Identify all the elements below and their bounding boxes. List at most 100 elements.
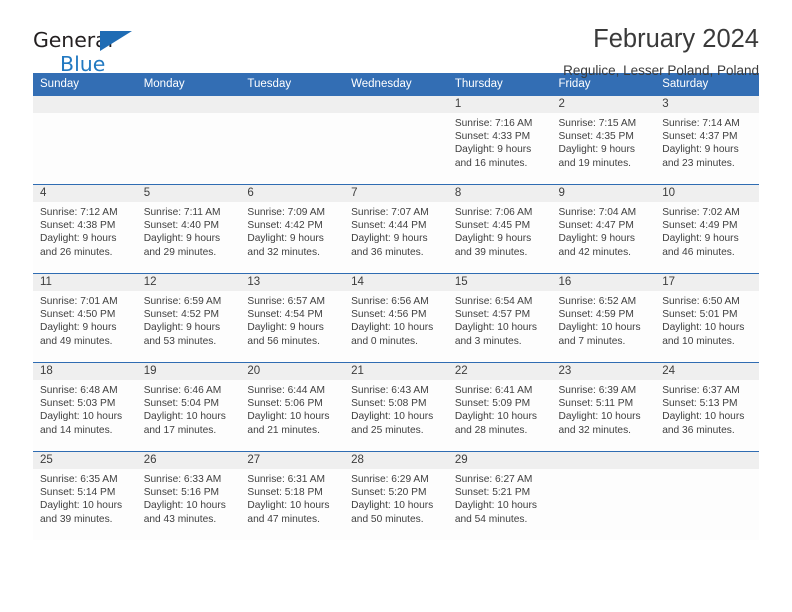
weekday-header-wednesday: Wednesday <box>344 73 448 96</box>
daylight-text-line1: Daylight: 9 hours <box>662 144 739 156</box>
calendar-day-cell[interactable]: 3 Sunrise: 7:14 AM Sunset: 4:37 PM Daylight… <box>655 96 759 185</box>
sunset-text: Sunset: 5:11 PM <box>558 398 634 410</box>
daylight-text-line2: and 29 minutes. <box>143 246 217 258</box>
daylight-text-line2: and 0 minutes. <box>351 335 418 347</box>
sunrise-text: Sunrise: 6:46 AM <box>143 385 222 396</box>
calendar-day-cell[interactable]: 8 Sunrise: 7:06 AM Sunset: 4:45 PM Daylight… <box>447 184 552 274</box>
day-number: 1 <box>447 96 552 113</box>
daylight-text-line1: Daylight: 10 hours <box>247 411 330 423</box>
day-details: Sunrise: 7:04 AM Sunset: 4:47 PM Daylight:… <box>552 202 656 259</box>
daylight-text-line1: Daylight: 9 hours <box>454 233 532 245</box>
calendar-week-row: 18 Sunrise: 6:48 AM Sunset: 5:03 PM Dayligh… <box>33 362 759 452</box>
day-details: Sunrise: 6:46 AM Sunset: 5:04 PM Daylight:… <box>137 380 241 437</box>
daylight-text-line1: Daylight: 10 hours <box>662 322 745 334</box>
calendar-day-cell[interactable]: 27 Sunrise: 6:31 AM Sunset: 5:18 PM Dayligh… <box>240 451 345 540</box>
calendar-day-cell[interactable]: 6 Sunrise: 7:09 AM Sunset: 4:42 PM Daylight… <box>240 184 345 274</box>
day-number: 20 <box>240 363 345 380</box>
daylight-text-line1: Daylight: 9 hours <box>40 233 117 245</box>
triangle-icon <box>100 31 132 51</box>
calendar-day-cell[interactable]: 12 Sunrise: 6:59 AM Sunset: 4:52 PM Dayligh… <box>136 273 241 363</box>
day-number: 16 <box>551 274 656 291</box>
daylight-text-line2: and 28 minutes. <box>454 424 528 436</box>
daylight-text-line2: and 32 minutes. <box>558 424 632 436</box>
calendar-day-cell[interactable]: 16 Sunrise: 6:52 AM Sunset: 4:59 PM Dayligh… <box>551 273 656 363</box>
calendar-day-cell-empty <box>33 96 137 185</box>
day-number: 11 <box>33 274 137 291</box>
sunrise-text: Sunrise: 7:04 AM <box>558 207 637 218</box>
calendar-day-cell[interactable]: 18 Sunrise: 6:48 AM Sunset: 5:03 PM Dayligh… <box>33 362 137 452</box>
brand-logo[interactable]: General Blue <box>33 30 213 78</box>
day-details: Sunrise: 6:43 AM Sunset: 5:08 PM Daylight:… <box>344 380 448 437</box>
sunset-text: Sunset: 5:13 PM <box>662 398 738 410</box>
calendar-day-cell[interactable]: 13 Sunrise: 6:57 AM Sunset: 4:54 PM Dayligh… <box>240 273 345 363</box>
sunset-text: Sunset: 5:14 PM <box>40 487 116 499</box>
calendar-day-cell[interactable]: 7 Sunrise: 7:07 AM Sunset: 4:44 PM Daylight… <box>344 184 448 274</box>
day-number: 29 <box>447 452 552 469</box>
calendar-day-cell[interactable]: 28 Sunrise: 6:29 AM Sunset: 5:20 PM Dayligh… <box>344 451 448 540</box>
calendar-day-cell[interactable]: 23 Sunrise: 6:39 AM Sunset: 5:11 PM Dayligh… <box>551 362 656 452</box>
sunset-text: Sunset: 5:20 PM <box>351 487 427 499</box>
calendar-day-cell[interactable]: 26 Sunrise: 6:33 AM Sunset: 5:16 PM Dayligh… <box>136 451 241 540</box>
calendar-day-cell[interactable]: 24 Sunrise: 6:37 AM Sunset: 5:13 PM Dayligh… <box>655 362 759 452</box>
daylight-text-line1: Daylight: 10 hours <box>143 500 226 512</box>
calendar-day-cell[interactable]: 2 Sunrise: 7:15 AM Sunset: 4:35 PM Daylight… <box>551 96 656 185</box>
sunset-text: Sunset: 4:47 PM <box>558 220 634 232</box>
day-number: 17 <box>655 274 759 291</box>
day-details: Sunrise: 6:44 AM Sunset: 5:06 PM Daylight:… <box>240 380 344 437</box>
calendar-day-cell[interactable]: 25 Sunrise: 6:35 AM Sunset: 5:14 PM Dayligh… <box>33 451 137 540</box>
day-number <box>655 452 759 469</box>
calendar-day-cell[interactable]: 21 Sunrise: 6:43 AM Sunset: 5:08 PM Dayligh… <box>344 362 448 452</box>
daylight-text-line1: Daylight: 10 hours <box>351 500 434 512</box>
daylight-text-line2: and 56 minutes. <box>247 335 320 347</box>
sunset-text: Sunset: 5:01 PM <box>662 309 738 321</box>
day-details: Sunrise: 6:35 AM Sunset: 5:14 PM Daylight:… <box>33 469 137 526</box>
day-number: 26 <box>136 452 241 469</box>
sunrise-text: Sunrise: 6:33 AM <box>143 474 222 485</box>
day-details: Sunrise: 6:27 AM Sunset: 5:21 PM Daylight:… <box>448 469 552 526</box>
daylight-text-line2: and 23 minutes. <box>662 157 735 169</box>
day-details: Sunrise: 6:33 AM Sunset: 5:16 PM Daylight:… <box>137 469 241 526</box>
day-number: 21 <box>344 363 448 380</box>
day-number: 25 <box>33 452 137 469</box>
daylight-text-line2: and 47 minutes. <box>247 513 320 525</box>
calendar-day-cell[interactable]: 10 Sunrise: 7:02 AM Sunset: 4:49 PM Dayligh… <box>655 184 759 274</box>
day-details: Sunrise: 7:15 AM Sunset: 4:35 PM Daylight:… <box>552 113 656 170</box>
calendar-day-cell[interactable]: 1 Sunrise: 7:16 AM Sunset: 4:33 PM Daylight… <box>447 96 552 185</box>
day-number: 2 <box>551 96 656 113</box>
day-details: Sunrise: 6:57 AM Sunset: 4:54 PM Daylight:… <box>240 291 344 348</box>
day-number: 24 <box>655 363 759 380</box>
day-number: 23 <box>551 363 656 380</box>
calendar-day-cell[interactable]: 5 Sunrise: 7:11 AM Sunset: 4:40 PM Daylight… <box>136 184 241 274</box>
sunrise-text: Sunrise: 6:31 AM <box>247 474 325 485</box>
weekday-header-thursday: Thursday <box>447 73 552 96</box>
daylight-text-line2: and 46 minutes. <box>662 246 735 258</box>
calendar-day-cell[interactable]: 22 Sunrise: 6:41 AM Sunset: 5:09 PM Dayligh… <box>447 362 552 452</box>
calendar-day-cell[interactable]: 19 Sunrise: 6:46 AM Sunset: 5:04 PM Dayligh… <box>136 362 241 452</box>
calendar-day-cell-empty <box>655 451 759 540</box>
calendar-day-cell[interactable]: 4 Sunrise: 7:12 AM Sunset: 4:38 PM Daylight… <box>33 184 137 274</box>
calendar-day-cell[interactable]: 15 Sunrise: 6:54 AM Sunset: 4:57 PM Dayligh… <box>447 273 552 363</box>
day-details: Sunrise: 7:12 AM Sunset: 4:38 PM Daylight:… <box>33 202 137 259</box>
daylight-text-line2: and 49 minutes. <box>40 335 113 347</box>
sunset-text: Sunset: 4:35 PM <box>558 131 634 143</box>
sunrise-text: Sunrise: 6:35 AM <box>40 474 118 485</box>
calendar-day-cell[interactable]: 20 Sunrise: 6:44 AM Sunset: 5:06 PM Dayligh… <box>240 362 345 452</box>
calendar-day-cell[interactable]: 9 Sunrise: 7:04 AM Sunset: 4:47 PM Daylight… <box>551 184 656 274</box>
daylight-text-line1: Daylight: 10 hours <box>40 411 123 423</box>
calendar-day-cell[interactable]: 14 Sunrise: 6:56 AM Sunset: 4:56 PM Dayligh… <box>344 273 448 363</box>
sunrise-text: Sunrise: 6:50 AM <box>662 296 740 307</box>
sunset-text: Sunset: 5:08 PM <box>351 398 427 410</box>
calendar-day-cell[interactable]: 29 Sunrise: 6:27 AM Sunset: 5:21 PM Dayligh… <box>447 451 552 540</box>
daylight-text-line1: Daylight: 10 hours <box>558 411 641 423</box>
sunset-text: Sunset: 4:50 PM <box>40 309 116 321</box>
day-details: Sunrise: 7:09 AM Sunset: 4:42 PM Daylight:… <box>240 202 344 259</box>
day-number: 15 <box>447 274 552 291</box>
calendar-day-cell[interactable]: 17 Sunrise: 6:50 AM Sunset: 5:01 PM Dayligh… <box>655 273 759 363</box>
sunrise-text: Sunrise: 6:56 AM <box>351 296 429 307</box>
sunset-text: Sunset: 5:06 PM <box>247 398 323 410</box>
sunset-text: Sunset: 4:38 PM <box>40 220 116 232</box>
calendar-day-cell[interactable]: 11 Sunrise: 7:01 AM Sunset: 4:50 PM Dayligh… <box>33 273 137 363</box>
daylight-text-line2: and 10 minutes. <box>662 335 735 347</box>
page-title: February 2024 <box>593 25 759 53</box>
sunset-text: Sunset: 5:16 PM <box>143 487 220 499</box>
